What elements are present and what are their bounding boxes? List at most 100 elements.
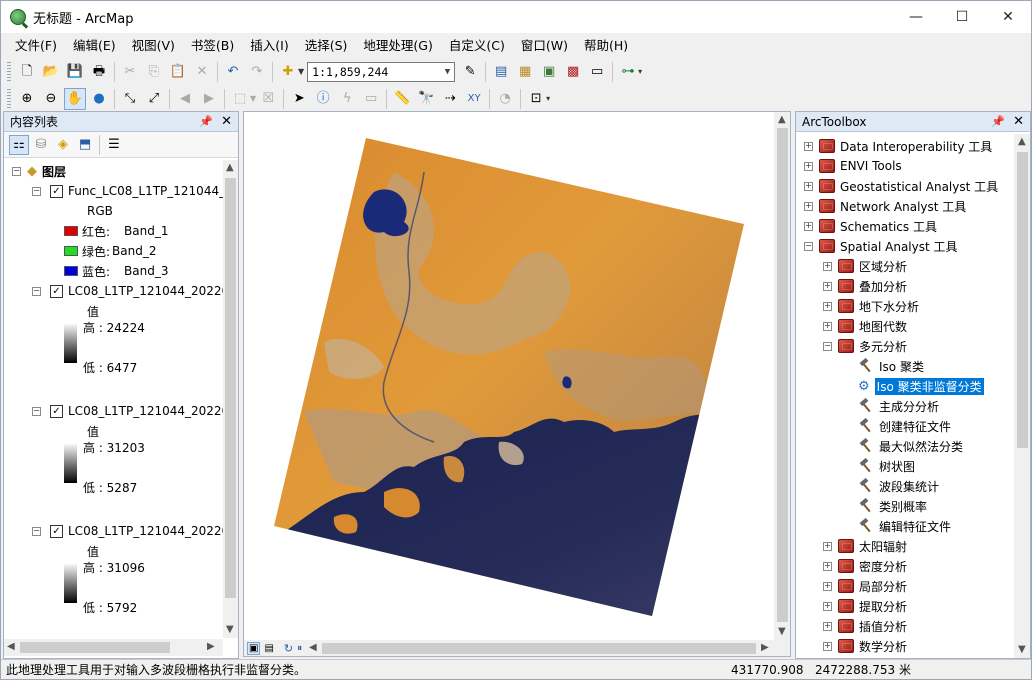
tool-item[interactable]: 树状图 bbox=[858, 456, 915, 476]
modelbuilder-icon[interactable]: ⊶ bbox=[617, 61, 639, 83]
pin-icon[interactable]: 📌 bbox=[199, 115, 213, 128]
layer-visibility-checkbox[interactable]: ✓ bbox=[50, 524, 63, 538]
collapse-icon[interactable]: − bbox=[804, 241, 813, 251]
toolbox-item[interactable]: + Schematics 工具 bbox=[804, 216, 937, 236]
layer-visibility-checkbox[interactable]: ✓ bbox=[50, 184, 63, 198]
tool-item[interactable]: 类别概率 bbox=[858, 496, 927, 516]
scroll-right-icon[interactable]: ▶ bbox=[761, 642, 769, 653]
close-button[interactable]: ✕ bbox=[985, 1, 1031, 33]
toc-vertical-scrollbar[interactable]: ▲ ▼ bbox=[223, 160, 238, 638]
layer-visibility-checkbox[interactable]: ✓ bbox=[50, 284, 63, 298]
arctoolbox-vertical-scrollbar[interactable]: ▲ ▼ bbox=[1014, 134, 1030, 658]
toolset-item[interactable]: − 多元分析 bbox=[823, 336, 907, 356]
clear-selection-icon[interactable]: ☒ bbox=[257, 88, 279, 110]
back-extent-icon[interactable]: ◀ bbox=[174, 88, 196, 110]
toolset-item[interactable]: + 太阳辐射 bbox=[823, 536, 907, 556]
expand-icon[interactable]: + bbox=[804, 141, 813, 151]
maximize-button[interactable]: ☐ bbox=[939, 1, 985, 33]
expand-icon[interactable]: + bbox=[823, 601, 832, 611]
map-canvas[interactable] bbox=[244, 112, 774, 640]
tool-item[interactable]: Iso 聚类 bbox=[858, 356, 924, 376]
tool-item[interactable]: 波段集统计 bbox=[858, 476, 939, 496]
cut-icon[interactable]: ✂ bbox=[119, 61, 141, 83]
menu-file[interactable]: 文件(F) bbox=[7, 33, 65, 58]
hyperlink-icon[interactable]: ϟ bbox=[336, 88, 358, 110]
collapse-icon[interactable]: − bbox=[32, 406, 41, 416]
collapse-icon[interactable]: − bbox=[32, 286, 41, 296]
toolset-item[interactable]: + 地图代数 bbox=[823, 316, 907, 336]
list-by-drawing-order-icon[interactable]: ⚏ bbox=[9, 134, 29, 155]
expand-icon[interactable]: + bbox=[823, 641, 832, 651]
list-by-visibility-icon[interactable]: ◈ bbox=[53, 135, 73, 155]
scrollbar-thumb[interactable] bbox=[1017, 152, 1028, 448]
toc-options-icon[interactable]: ☰ bbox=[104, 135, 124, 155]
python-window-icon[interactable]: ▭ bbox=[586, 61, 608, 83]
toolset-item[interactable]: + 局部分析 bbox=[823, 576, 907, 596]
expand-icon[interactable]: + bbox=[823, 541, 832, 551]
expand-icon[interactable]: + bbox=[823, 281, 832, 291]
collapse-icon[interactable]: − bbox=[823, 341, 832, 351]
toolbox-item[interactable]: + ENVI Tools bbox=[804, 156, 902, 176]
delete-icon[interactable]: ✕ bbox=[191, 61, 213, 83]
save-icon[interactable]: 💾 bbox=[64, 61, 86, 83]
menu-insert[interactable]: 插入(I) bbox=[242, 33, 296, 58]
toc-horizontal-scrollbar[interactable]: ◀ ▶ bbox=[4, 639, 223, 656]
toc-layer-row[interactable]: − ✓ LC08_L1TP_121044_202204 bbox=[32, 281, 223, 301]
scrollbar-thumb[interactable] bbox=[777, 128, 788, 622]
toolset-item[interactable]: + 叠加分析 bbox=[823, 276, 907, 296]
minimize-button[interactable]: — bbox=[893, 1, 939, 33]
list-by-source-icon[interactable]: ⛁ bbox=[31, 135, 51, 155]
new-document-icon[interactable]: 🗋 bbox=[16, 61, 38, 83]
layout-view-icon[interactable]: ▤ bbox=[264, 643, 273, 654]
expand-icon[interactable]: + bbox=[804, 201, 813, 211]
pan-hand-icon[interactable]: ✋ bbox=[64, 87, 86, 110]
select-elements-arrow-icon[interactable]: ➤ bbox=[288, 88, 310, 110]
menu-customize[interactable]: 自定义(C) bbox=[441, 33, 513, 58]
arctoolbox-window-icon[interactable]: ▩ bbox=[562, 61, 584, 83]
redo-icon[interactable]: ↷ bbox=[246, 61, 268, 83]
scrollbar-thumb[interactable] bbox=[225, 178, 236, 598]
add-data-dropdown-icon[interactable]: ▼ bbox=[298, 67, 304, 76]
paste-icon[interactable]: 📋 bbox=[167, 61, 189, 83]
expand-icon[interactable]: + bbox=[823, 321, 832, 331]
expand-icon[interactable]: + bbox=[823, 261, 832, 271]
tool-item[interactable]: 编辑特征文件 bbox=[858, 516, 951, 536]
select-features-icon[interactable]: ⬚ bbox=[229, 88, 251, 110]
toolbar-grip[interactable] bbox=[7, 89, 11, 108]
close-icon[interactable]: ✕ bbox=[221, 114, 232, 129]
toolbox-item[interactable]: + Network Analyst 工具 bbox=[804, 196, 966, 216]
tool-item[interactable]: 主成分分析 bbox=[858, 396, 939, 416]
scroll-right-icon[interactable]: ▶ bbox=[207, 641, 215, 652]
scrollbar-thumb[interactable] bbox=[20, 642, 170, 653]
zoom-in-icon[interactable]: ⊕ bbox=[16, 88, 38, 110]
chevron-down-icon[interactable]: ▼ bbox=[445, 67, 450, 77]
zoom-out-icon[interactable]: ⊖ bbox=[40, 88, 62, 110]
tool-item[interactable]: 最大似然法分类 bbox=[858, 436, 963, 456]
toc-layer-row[interactable]: − ✓ Func_LC08_L1TP_121044_2 bbox=[32, 181, 223, 201]
refresh-icon[interactable]: ↻ bbox=[284, 642, 293, 655]
time-slider-icon[interactable]: ◔ bbox=[494, 88, 516, 110]
menu-windows[interactable]: 窗口(W) bbox=[513, 33, 576, 58]
create-viewer-window-icon[interactable]: ⊡ bbox=[525, 88, 547, 110]
tool-item-selected[interactable]: ⚙ Iso 聚类非监督分类 bbox=[858, 376, 984, 396]
measure-icon[interactable]: 📏 bbox=[391, 88, 413, 110]
scroll-left-icon[interactable]: ◀ bbox=[7, 641, 15, 652]
forward-extent-icon[interactable]: ▶ bbox=[198, 88, 220, 110]
map-view[interactable]: ▲ ▼ ▣ ▤ ↻ ⏸ ◀ ▶ bbox=[243, 111, 791, 657]
undo-icon[interactable]: ↶ bbox=[222, 61, 244, 83]
expand-icon[interactable]: + bbox=[823, 621, 832, 631]
toolbar-options-icon[interactable]: ▾ bbox=[546, 94, 550, 103]
scroll-left-icon[interactable]: ◀ bbox=[309, 642, 317, 653]
toolbar-options-icon[interactable]: ▾ bbox=[638, 67, 642, 76]
layer-visibility-checkbox[interactable]: ✓ bbox=[50, 404, 63, 418]
scroll-down-icon[interactable]: ▼ bbox=[1018, 644, 1026, 655]
menu-bookmarks[interactable]: 书签(B) bbox=[183, 33, 242, 58]
scroll-up-icon[interactable]: ▲ bbox=[778, 114, 786, 125]
collapse-icon[interactable]: − bbox=[12, 166, 21, 176]
go-to-xy-icon[interactable]: XY bbox=[463, 88, 485, 110]
map-vertical-scrollbar[interactable]: ▲ ▼ bbox=[774, 112, 790, 640]
expand-icon[interactable]: + bbox=[823, 581, 832, 591]
toolset-item[interactable]: + 数学分析 bbox=[823, 636, 907, 656]
expand-icon[interactable]: + bbox=[823, 561, 832, 571]
menu-geoprocessing[interactable]: 地理处理(G) bbox=[355, 33, 440, 58]
